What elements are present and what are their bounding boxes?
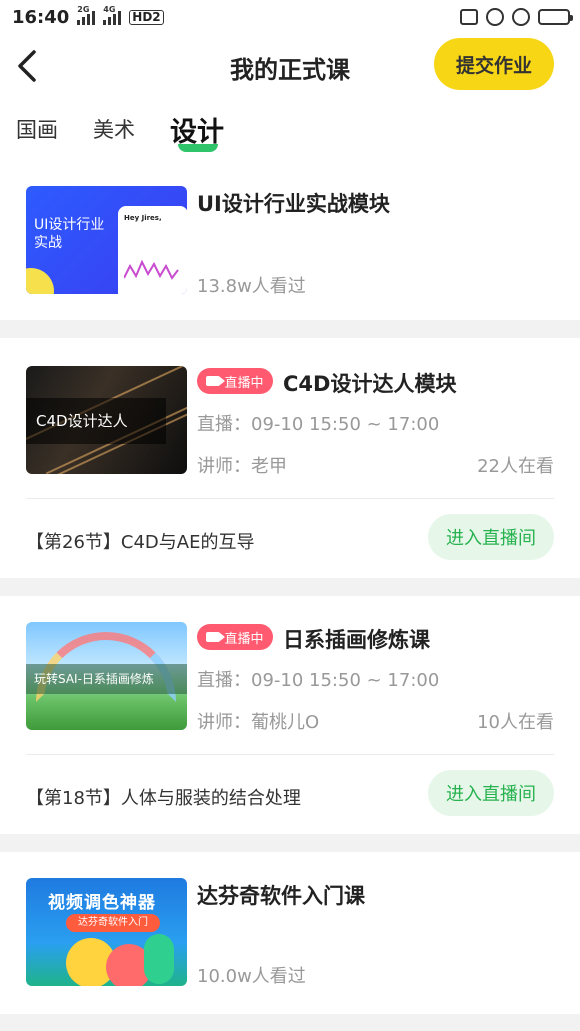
chevron-left-icon	[18, 50, 36, 82]
alarm-icon	[512, 8, 530, 26]
live-badge: 直播中	[197, 624, 273, 650]
live-course-card[interactable]: 玩转SAI-日系插画修炼 直播中 日系插画修炼课 直播：09-10 15:50 …	[0, 596, 580, 834]
header: 我的正式课 提交作业	[0, 34, 580, 96]
thumbnail-text: 视频调色神器	[48, 893, 156, 913]
course-card[interactable]: UI设计行业实战 Hey Jires, UI设计行业实战模块 13.8w人看过	[0, 168, 580, 318]
course-title: 达芬奇软件入门课	[197, 884, 365, 908]
teacher-name: 讲师：葡桃儿O	[197, 712, 320, 733]
course-thumbnail: 视频调色神器 达芬奇软件入门	[26, 878, 187, 986]
thumbnail-text: C4D设计达人	[36, 412, 128, 430]
course-title: C4D设计达人模块	[283, 372, 457, 396]
watching-count: 22人在看	[477, 456, 554, 477]
thumbnail-pill: 达芬奇软件入门	[66, 914, 160, 932]
card-divider	[26, 754, 554, 755]
live-schedule: 直播：09-10 15:50 ~ 17:00	[197, 670, 440, 691]
card-divider	[26, 498, 554, 499]
status-left: 16:40 2G 4G HD2	[12, 5, 164, 28]
course-title: 日系插画修炼课	[283, 628, 430, 652]
lesson-title: 【第26节】C4D与AE的互导	[26, 532, 255, 553]
vibrate-icon	[460, 9, 478, 25]
status-bar: 16:40 2G 4G HD2	[0, 0, 580, 34]
tab-meishu[interactable]: 美术	[93, 114, 135, 144]
teacher-name: 讲师：老甲	[197, 456, 287, 477]
category-tabs: 国画 美术 设计	[0, 106, 580, 156]
status-right	[460, 8, 573, 26]
watching-count: 10人在看	[477, 712, 554, 733]
submit-homework-button[interactable]: 提交作业	[434, 38, 554, 90]
back-button[interactable]	[12, 46, 48, 86]
thumbnail-text: 玩转SAI-日系插画修炼	[34, 672, 154, 686]
course-thumbnail: 玩转SAI-日系插画修炼	[26, 622, 187, 730]
enter-live-room-button[interactable]: 进入直播间	[428, 770, 554, 816]
section-divider	[0, 320, 580, 338]
signal-4g-icon: 4G	[103, 5, 122, 25]
live-course-card[interactable]: C4D设计达人 直播中 C4D设计达人模块 直播：09-10 15:50 ~ 1…	[0, 338, 580, 576]
live-schedule: 直播：09-10 15:50 ~ 17:00	[197, 414, 440, 435]
video-camera-icon	[206, 632, 226, 642]
section-divider	[0, 578, 580, 596]
thumbnail-phone-mockup: Hey Jires,	[118, 206, 187, 294]
hd-badge: HD2	[129, 9, 164, 25]
section-divider	[0, 1014, 580, 1031]
course-card[interactable]: 视频调色神器 达芬奇软件入门 达芬奇软件入门课 10.0w人看过	[0, 852, 580, 1012]
enter-live-room-button[interactable]: 进入直播间	[428, 514, 554, 560]
view-count: 10.0w人看过	[197, 966, 306, 987]
view-count: 13.8w人看过	[197, 276, 306, 297]
course-thumbnail: UI设计行业实战 Hey Jires,	[26, 186, 187, 294]
section-divider	[0, 834, 580, 852]
signal-2g-icon: 2G	[77, 5, 96, 25]
video-camera-icon	[206, 376, 226, 386]
thumbnail-text: UI设计行业实战	[34, 217, 105, 251]
lesson-title: 【第18节】人体与服装的结合处理	[26, 788, 301, 809]
lock-rotation-icon	[486, 8, 504, 26]
tab-guohua[interactable]: 国画	[16, 114, 58, 144]
tab-indicator	[178, 144, 218, 152]
status-time: 16:40	[12, 6, 70, 28]
course-thumbnail: C4D设计达人	[26, 366, 187, 474]
battery-icon	[538, 9, 573, 25]
live-badge: 直播中	[197, 368, 273, 394]
course-title: UI设计行业实战模块	[197, 192, 390, 216]
